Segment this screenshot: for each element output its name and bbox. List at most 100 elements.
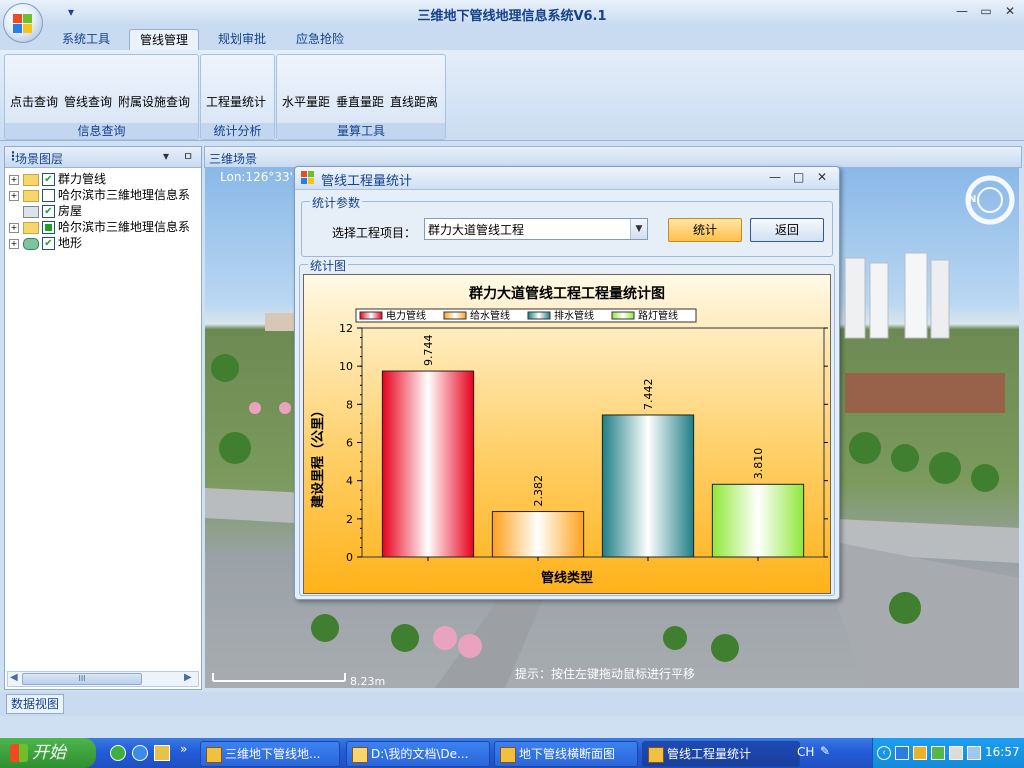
plot-area: 0 2 4 6 8 10 12 9.744 2.382 7.442 3.810 [339, 322, 828, 564]
y-tick-label: 6 [346, 437, 353, 450]
ime-indicator[interactable]: CH [797, 745, 814, 759]
application-menu-orb[interactable] [3, 3, 43, 43]
group-label: 统计分析 [201, 123, 274, 139]
group-info-query: 点击查询 管线查询 附属设施查询 信息查询 [4, 54, 199, 140]
clock: 16:57 [985, 745, 1020, 759]
layer-checkbox[interactable] [42, 221, 55, 234]
layer-checkbox[interactable]: ✔ [42, 237, 55, 250]
taskbar-item[interactable]: 三维地下管线地... [200, 741, 340, 767]
data-view-bar: 数据视图 [0, 692, 1024, 716]
taskbar: 开始 » 三维地下管线地... D:\我的文档\De... 地下管线横断面图 管… [0, 738, 1024, 768]
tree-item[interactable]: + ✔ 地形 [9, 235, 82, 251]
click-query-button[interactable]: 点击查询 [10, 93, 58, 110]
tab-planning-approval[interactable]: 规划审批 [208, 29, 276, 50]
dialog-close-button[interactable]: ✕ [817, 170, 827, 184]
tree-item[interactable]: + ✔ 群力管线 [9, 171, 106, 187]
tree-item[interactable]: + 哈尔滨市三維地理信息系 [9, 187, 190, 203]
network-icon[interactable] [895, 746, 909, 760]
bar-value-label: 3.810 [752, 448, 765, 480]
back-button[interactable]: 返回 [750, 218, 824, 242]
chart-svg: 群力大道管线工程工程量统计图 电力管线 给水管线 排水管线 路灯管线 0 2 4 6 8 10 1… [310, 285, 828, 586]
start-button[interactable]: 开始 [0, 738, 96, 768]
facility-query-button[interactable]: 附属设施查询 [118, 93, 190, 110]
y-axis-label: 建设里程（公里） [310, 404, 326, 508]
tab-pipeline-management[interactable]: 管线管理 [129, 29, 200, 51]
title-bar: 三维地下管线地理信息系统V6.1 ▾ — ▭ ✕ [0, 0, 1024, 27]
group-statistics: 工程量统计 统计分析 [200, 54, 275, 140]
pin-icon[interactable]: ㅁ [183, 148, 193, 164]
restore-button[interactable]: ▭ [976, 4, 996, 20]
tree-item[interactable]: ✔ 房屋 [9, 203, 82, 219]
compass-icon[interactable]: N [968, 194, 976, 205]
legend-entry: 路灯管线 [638, 309, 678, 322]
group-label: 量算工具 [277, 123, 445, 139]
scale-label: 8.23m [350, 675, 386, 688]
tray-expand-icon[interactable]: ‹ [877, 746, 891, 760]
scene-layers-panel: ⋮ 场景图层 ▾ ㅁ + ✔ 群力管线 + 哈尔滨市三維地理信息系 ✔ 房屋 + 哈尔滨市… [4, 146, 202, 690]
panel-title: 场景图层 [15, 152, 64, 166]
pipeline-query-button[interactable]: 管线查询 [64, 93, 112, 110]
expand-icon: + [9, 222, 19, 233]
statistics-button[interactable]: 统计 [668, 218, 742, 242]
expand-icon: + [9, 190, 19, 201]
close-button[interactable]: ✕ [1000, 4, 1020, 20]
group-label: 信息查询 [5, 123, 198, 139]
tab-system-tools[interactable]: 系统工具 [52, 29, 120, 50]
statistics-chart: 群力大道管线工程工程量统计图 电力管线 给水管线 排水管线 路灯管线 0 2 4 6 8 10 1… [303, 274, 831, 594]
y-tick-label: 12 [339, 322, 353, 335]
browser-icon[interactable] [132, 745, 148, 761]
taskbar-item-active[interactable]: 管线工程量统计 [642, 741, 800, 767]
group-measure: 水平量距 垂直量距 直线距离 量算工具 [276, 54, 446, 140]
tab-emergency[interactable]: 应急抢险 [286, 29, 354, 50]
scroll-thumb[interactable]: III [22, 673, 142, 685]
building-layer-icon [23, 205, 39, 218]
ime-pen-icon[interactable]: ✎ [820, 744, 830, 758]
folder-icon [23, 173, 39, 186]
bar-value-label: 7.442 [642, 378, 655, 410]
taskbar-item[interactable]: D:\我的文档\De... [346, 741, 490, 767]
quantity-statistics-button[interactable]: 工程量统计 [206, 93, 266, 110]
straight-distance-button[interactable]: 直线距离 [390, 93, 438, 110]
horizontal-distance-button[interactable]: 水平量距 [282, 93, 330, 110]
layer-checkbox[interactable] [42, 189, 55, 202]
security-icon[interactable] [913, 746, 927, 760]
app-title: 三维地下管线地理信息系统V6.1 [417, 9, 607, 24]
taskbar-item[interactable]: 地下管线横断面图 [494, 741, 638, 767]
shield-icon[interactable] [931, 746, 945, 760]
quick-launch-icon[interactable] [110, 745, 126, 761]
scene-header: 三维场景 [204, 146, 1022, 168]
layer-checkbox[interactable]: ✔ [42, 173, 55, 186]
expand-icon: + [9, 174, 19, 185]
y-tick-label: 10 [339, 360, 353, 373]
dialog-maximize-button[interactable]: □ [793, 170, 804, 184]
data-view-tab[interactable]: 数据视图 [6, 694, 65, 714]
horizontal-scrollbar[interactable]: ◀ III ▶ [7, 671, 199, 687]
legend-swatch [443, 311, 467, 320]
ribbon: 点击查询 管线查询 附属设施查询 信息查询 工程量统计 统计分析 水平量距 垂直… [0, 50, 1024, 141]
y-tick-label: 0 [346, 551, 353, 564]
panel-dropdown-icon[interactable]: ▾ [163, 149, 169, 163]
tree-item[interactable]: + 哈尔滨市三維地理信息系 [9, 219, 190, 235]
project-select[interactable]: 群力大道管线工程 ▼ [424, 218, 648, 240]
dialog-title-bar: 管线工程量统计 — □ ✕ [295, 167, 839, 190]
expand-icon: + [9, 238, 19, 249]
bar-value-label: 2.382 [532, 475, 545, 507]
quick-launch-more[interactable]: » [180, 742, 187, 756]
quantity-statistics-dialog: 管线工程量统计 — □ ✕ 统计参数 选择工程项目： 群力大道管线工程 ▼ 统计… [294, 166, 840, 600]
folder-quick-icon[interactable] [154, 745, 170, 761]
display-icon[interactable] [967, 746, 981, 760]
chart-legend-label: 统计图 [308, 257, 349, 274]
bar-3 [601, 414, 695, 558]
chevron-down-icon[interactable]: ▼ [630, 219, 647, 239]
app-icon [301, 171, 315, 185]
quick-access-dropdown[interactable]: ▾ [68, 5, 74, 19]
x-axis-label: 管线类型 [541, 570, 593, 586]
dialog-title: 管线工程量统计 [321, 174, 413, 189]
y-tick-label: 8 [346, 398, 353, 411]
layer-checkbox[interactable]: ✔ [42, 205, 55, 218]
bar-2 [491, 511, 585, 558]
dialog-minimize-button[interactable]: — [769, 170, 781, 184]
vertical-distance-button[interactable]: 垂直量距 [336, 93, 384, 110]
volume-icon[interactable] [949, 746, 963, 760]
minimize-button[interactable]: — [952, 4, 972, 20]
